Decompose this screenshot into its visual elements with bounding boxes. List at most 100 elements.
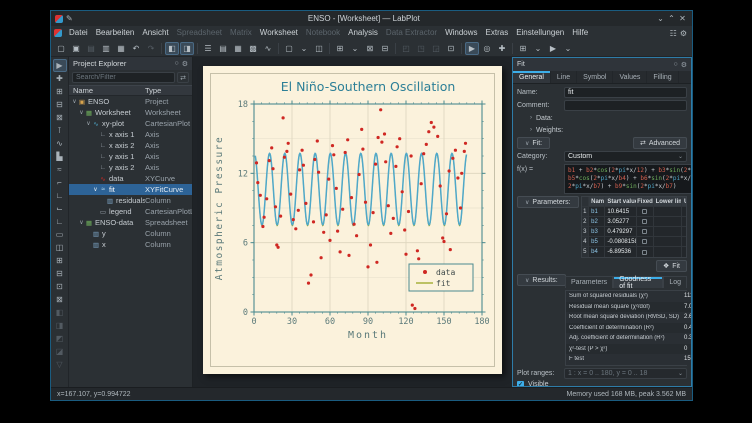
fixed-checkbox[interactable] bbox=[642, 209, 647, 214]
tree-row-worksheet[interactable]: ∨▦WorksheetWorksheet bbox=[69, 107, 192, 118]
new-workbook-icon[interactable]: ▤ bbox=[216, 42, 230, 55]
menu-extras[interactable]: Extras bbox=[482, 26, 513, 40]
expander-icon[interactable]: ∨ bbox=[78, 109, 85, 116]
fixed-checkbox[interactable] bbox=[642, 239, 647, 244]
cursor-mode-icon[interactable]: ⊺ bbox=[53, 124, 67, 137]
menu-datei[interactable]: Datei bbox=[65, 26, 92, 40]
grid-icon[interactable]: ☷ bbox=[670, 29, 677, 38]
new-notebook-icon[interactable]: ▢ bbox=[282, 42, 296, 55]
search-input[interactable] bbox=[72, 72, 175, 83]
print-icon[interactable]: ▥ bbox=[99, 42, 113, 55]
add-plot-2-axes-icon[interactable]: ∟ bbox=[53, 189, 67, 202]
zoom-y-select-mode-icon[interactable]: ⊠ bbox=[53, 111, 67, 124]
more-tools-icon[interactable]: ▽ bbox=[53, 358, 67, 371]
new-project-icon[interactable]: ▢ bbox=[54, 42, 68, 55]
expander-icon[interactable]: ∨ bbox=[78, 219, 85, 226]
menu-analysis[interactable]: Analysis bbox=[344, 26, 382, 40]
name-field[interactable]: fit bbox=[564, 87, 687, 98]
menu-windows[interactable]: Windows bbox=[441, 26, 481, 40]
add-histogram-icon[interactable]: ▙ bbox=[53, 150, 67, 163]
pointer-menu-icon[interactable]: ⌄ bbox=[561, 42, 575, 55]
new-notebook-menu-icon[interactable]: ⌄ bbox=[297, 42, 311, 55]
parameters-section-toggle[interactable]: ∨Parameters: bbox=[517, 196, 579, 208]
category-select[interactable]: Custom⌄ bbox=[564, 151, 687, 162]
menu-ansicht[interactable]: Ansicht bbox=[138, 26, 172, 40]
toggle-project-explorer-icon[interactable]: ◧ bbox=[165, 42, 179, 55]
select-mode-icon[interactable]: ▶ bbox=[53, 59, 67, 72]
toggle-properties-explorer-icon[interactable]: ◨ bbox=[180, 42, 194, 55]
worksheet-view[interactable]: 0306090120150180061218El Niño-Southern O… bbox=[193, 57, 512, 387]
expander-icon[interactable]: ∨ bbox=[85, 120, 92, 127]
parameter-row-b1[interactable]: 1b110.6415 bbox=[582, 207, 686, 217]
tree-row-y-axis-2[interactable]: ∟y axis 2Axis bbox=[69, 162, 192, 173]
zoom-mode-icon[interactable]: ⊞ bbox=[516, 42, 530, 55]
new-folder-icon[interactable]: ☰ bbox=[201, 42, 215, 55]
expander-icon[interactable]: ∨ bbox=[71, 98, 78, 105]
weights-section-toggle[interactable]: › Weights: bbox=[517, 125, 687, 135]
tree-row-xy-plot[interactable]: ∨∿xy-plotCartesianPlot bbox=[69, 118, 192, 129]
visible-checkbox[interactable]: ✓ bbox=[517, 381, 524, 387]
fixed-checkbox[interactable] bbox=[642, 250, 647, 255]
parameter-row-b5[interactable]: 4b5-0.0808158 bbox=[582, 237, 686, 247]
vertical-layout-icon[interactable]: ◧ bbox=[53, 306, 67, 319]
tree-row-enso[interactable]: ∨▣ENSOProject bbox=[69, 96, 192, 107]
zoom-menu-icon[interactable]: ⌄ bbox=[531, 42, 545, 55]
parameter-row-b3[interactable]: 3b30.479297 bbox=[582, 227, 686, 237]
play-icon[interactable]: ▶ bbox=[465, 42, 479, 55]
float-dock-icon[interactable]: ○ bbox=[174, 60, 178, 67]
stop-icon[interactable]: ✚ bbox=[495, 42, 509, 55]
tab-filling[interactable]: Filling bbox=[647, 71, 678, 83]
tab-values[interactable]: Values bbox=[613, 71, 647, 83]
column-header-type[interactable]: Type bbox=[145, 86, 192, 95]
tree-row-x-axis-2[interactable]: ∟x axis 2Axis bbox=[69, 140, 192, 151]
pause-icon[interactable]: ◎ bbox=[480, 42, 494, 55]
xy-plot[interactable]: 0306090120150180061218El Niño-Southern O… bbox=[210, 73, 495, 367]
open-project-icon[interactable]: ▣ bbox=[69, 42, 83, 55]
grid-layout-icon[interactable]: ◩ bbox=[53, 332, 67, 345]
import-file-icon[interactable]: ⊞ bbox=[333, 42, 347, 55]
close-icon[interactable]: ✕ bbox=[677, 14, 688, 23]
tree-row-x[interactable]: ▥xColumn bbox=[69, 239, 192, 250]
tab-line[interactable]: Line bbox=[551, 71, 577, 83]
new-worksheet-icon[interactable]: ∿ bbox=[261, 42, 275, 55]
zoom-in-icon[interactable]: ⊞ bbox=[53, 254, 67, 267]
fixed-checkbox[interactable] bbox=[642, 229, 647, 234]
import-sql-icon[interactable]: ⊠ bbox=[363, 42, 377, 55]
export-icon[interactable]: ▦ bbox=[114, 42, 128, 55]
new-datapicker-icon[interactable]: ◫ bbox=[312, 42, 326, 55]
tab-parameters[interactable]: Parameters bbox=[565, 276, 613, 288]
tree-row-enso-data[interactable]: ∨▦ENSO-dataSpreadsheet bbox=[69, 217, 192, 228]
enso-chart[interactable]: 0306090120150180061218El Niño-Southern O… bbox=[211, 74, 494, 366]
dock-settings-icon[interactable]: ⚙ bbox=[182, 60, 188, 68]
column-header-name[interactable]: Name bbox=[69, 86, 145, 95]
zoom-x-select-mode-icon[interactable]: ⊟ bbox=[53, 98, 67, 111]
add-plot-4-axes-icon[interactable]: ⌙ bbox=[53, 202, 67, 215]
fit-section-toggle[interactable]: ∨Fit: bbox=[517, 137, 550, 149]
presenter-mode-icon[interactable]: ⊡ bbox=[444, 42, 458, 55]
add-fit-curve-icon[interactable]: ≈ bbox=[53, 163, 67, 176]
break-layout-icon[interactable]: ◪ bbox=[53, 345, 67, 358]
add-text-label-icon[interactable]: ▭ bbox=[53, 228, 67, 241]
titlebar[interactable]: ✎ ENSO - [Worksheet] — LabPlot ⌄ ⌃ ✕ bbox=[51, 11, 692, 26]
tree-row-residuals[interactable]: ▥residualsColumn bbox=[69, 195, 192, 206]
tab-general[interactable]: General bbox=[513, 71, 551, 83]
add-xy-curve-icon[interactable]: ∿ bbox=[53, 137, 67, 150]
expander-icon[interactable]: ∨ bbox=[92, 186, 99, 193]
menu-bearbeiten[interactable]: Bearbeiten bbox=[92, 26, 139, 40]
run-fit-button[interactable]: ❖ Fit bbox=[656, 260, 687, 272]
add-image-icon[interactable]: ◫ bbox=[53, 241, 67, 254]
import-dataset-icon[interactable]: ⊟ bbox=[378, 42, 392, 55]
maximize-icon[interactable]: ⌃ bbox=[666, 14, 677, 23]
formula-editor[interactable]: b1 + b2*cos(2*pi*x/12) + b3*sin(2*pi*x/1… bbox=[564, 164, 691, 194]
add-plot-template-icon[interactable]: ∟ bbox=[53, 215, 67, 228]
float-dock-icon[interactable]: ○ bbox=[673, 61, 677, 68]
pan-mode-icon[interactable]: ✚ bbox=[53, 72, 67, 85]
worksheet-sheet[interactable]: 0306090120150180061218El Niño-Southern O… bbox=[203, 66, 502, 374]
tab-log[interactable]: Log bbox=[663, 276, 687, 288]
horizontal-layout-icon[interactable]: ◨ bbox=[53, 319, 67, 332]
settings-gear-icon[interactable]: ⚙ bbox=[680, 29, 687, 38]
tree-row-x-axis-1[interactable]: ∟x axis 1Axis bbox=[69, 129, 192, 140]
minimize-icon[interactable]: ⌄ bbox=[655, 14, 666, 23]
zoom-select-mode-icon[interactable]: ⊞ bbox=[53, 85, 67, 98]
new-matrix-icon[interactable]: ▩ bbox=[246, 42, 260, 55]
